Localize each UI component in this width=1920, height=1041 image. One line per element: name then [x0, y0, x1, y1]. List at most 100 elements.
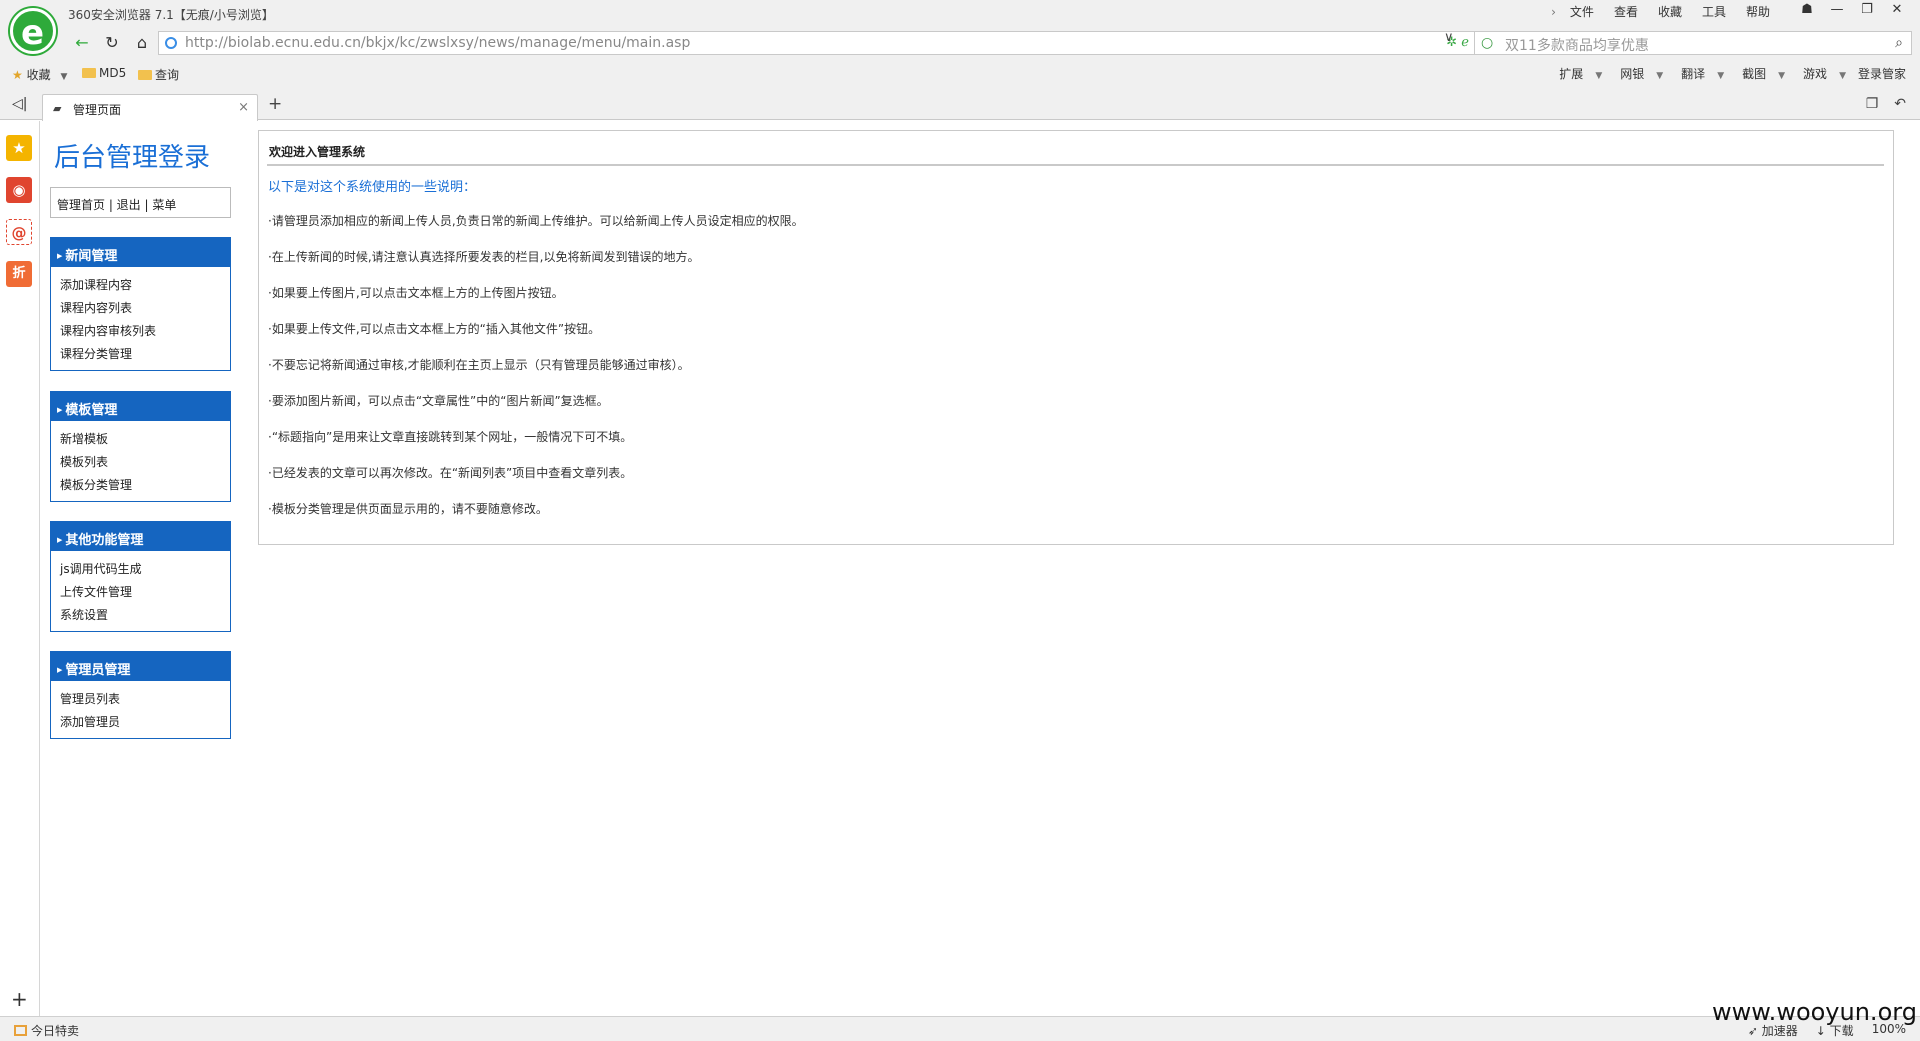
- title-bar: 360安全浏览器 7.1【无痕/小号浏览】 › 文件 查看 收藏 工具 帮助 ☗…: [0, 0, 1920, 26]
- chevron-down-icon: ▼: [1778, 71, 1786, 81]
- daily-deals-label: 今日特卖: [31, 1024, 80, 1038]
- search-box[interactable]: ○ 双11多款商品均享优惠 ⌕: [1474, 31, 1912, 55]
- chevron-down-icon: ▼: [1717, 71, 1725, 81]
- usage-tip: ·要添加图片新闻，可以点击“文章属性”中的“图片新闻”复选框。: [268, 394, 609, 408]
- browser-logo-icon[interactable]: e: [10, 8, 56, 54]
- menu-link[interactable]: 模板列表: [60, 451, 230, 474]
- skin-button[interactable]: ☗: [1792, 0, 1822, 22]
- tool-screenshot[interactable]: 截图 ▼: [1730, 65, 1791, 82]
- gift-icon: [14, 1025, 27, 1036]
- menu-tools[interactable]: 工具: [1692, 3, 1736, 21]
- daily-deals[interactable]: 今日特卖: [14, 1022, 79, 1039]
- mail-icon[interactable]: @: [6, 219, 32, 245]
- undo-close-icon[interactable]: ↶: [1894, 96, 1906, 112]
- menu-box-templates: ▶ 模板管理 新增模板 模板列表 模板分类管理: [50, 391, 231, 502]
- discount-icon[interactable]: 折: [6, 261, 32, 287]
- menu-link[interactable]: js调用代码生成: [60, 558, 230, 581]
- divider: [267, 164, 1884, 166]
- menu-box-header[interactable]: ▶ 新闻管理: [51, 238, 230, 267]
- menu-chevron-icon[interactable]: ›: [1547, 3, 1560, 21]
- menu-box-header[interactable]: ▶ 管理员管理: [51, 652, 230, 681]
- browser-sidebar: ★ ◉ @ 折 +: [0, 121, 40, 1016]
- tool-translate[interactable]: 翻译 ▼: [1669, 65, 1730, 82]
- back-icon[interactable]: ←: [70, 31, 94, 55]
- bookmark-md5[interactable]: MD5: [82, 66, 126, 80]
- menu-link[interactable]: 课程内容列表: [60, 297, 230, 320]
- tab-label: 管理页面: [73, 103, 122, 117]
- menu-favorites[interactable]: 收藏: [1648, 3, 1692, 21]
- close-icon[interactable]: ×: [238, 100, 249, 115]
- menu-view[interactable]: 查看: [1604, 3, 1648, 21]
- url-text[interactable]: http://biolab.ecnu.edu.cn/bkjx/kc/zwslxs…: [185, 35, 690, 51]
- page-icon: ▰: [53, 102, 62, 115]
- folder-icon: [82, 68, 96, 78]
- menu-box-header[interactable]: ▶ 模板管理: [51, 392, 230, 421]
- main-menu: › 文件 查看 收藏 工具 帮助: [1547, 3, 1780, 21]
- tab-list-icon[interactable]: ❐: [1866, 96, 1879, 112]
- tool-games[interactable]: 游戏 ▼: [1791, 65, 1852, 82]
- usage-tip: ·已经发表的文章可以再次修改。在“新闻列表”项目中查看文章列表。: [268, 466, 633, 480]
- menu-link[interactable]: 新增模板: [60, 428, 230, 451]
- usage-tip: ·“标题指向”是用来让文章直接跳转到某个网址，一般情况下可不填。: [268, 430, 633, 444]
- quick-links[interactable]: 管理首页 | 退出 | 菜单: [50, 187, 231, 218]
- usage-tip: ·如果要上传文件,可以点击文本框上方的“插入其他文件”按钮。: [268, 322, 601, 336]
- minimize-button[interactable]: —: [1822, 0, 1852, 22]
- download-label: 下载: [1829, 1024, 1854, 1038]
- tool-translate-label: 翻译: [1681, 67, 1706, 81]
- menu-link[interactable]: 系统设置: [60, 604, 230, 627]
- menu-link[interactable]: 添加课程内容: [60, 274, 230, 297]
- bookmark-favorites-label: 收藏: [26, 68, 51, 82]
- new-tab-button[interactable]: +: [268, 94, 282, 114]
- bookmarks-bar: ★ 收藏 ▼ MD5 查询 扩展 ▼ 网银 ▼ 翻译 ▼ 截图 ▼ 游戏 ▼ 登录管家: [0, 60, 1920, 88]
- triangle-icon: ▶: [57, 406, 63, 414]
- refresh-icon[interactable]: ↻: [100, 31, 124, 55]
- triangle-icon: ▶: [57, 536, 63, 544]
- menu-link[interactable]: 添加管理员: [60, 711, 230, 734]
- add-sidebar-icon[interactable]: +: [11, 987, 28, 1011]
- bookmark-query[interactable]: 查询: [138, 66, 179, 83]
- tool-login-manager[interactable]: 登录管家: [1852, 65, 1912, 82]
- tool-extensions[interactable]: 扩展 ▼: [1547, 65, 1608, 82]
- menu-file[interactable]: 文件: [1560, 3, 1604, 21]
- tool-banking-label: 网银: [1620, 67, 1645, 81]
- tool-banking[interactable]: 网银 ▼: [1608, 65, 1669, 82]
- usage-tip: ·如果要上传图片,可以点击文本框上方的上传图片按钮。: [268, 286, 564, 300]
- weibo-icon[interactable]: ◉: [6, 177, 32, 203]
- address-dropdown-icon[interactable]: ∨: [1444, 30, 1454, 45]
- favorites-star-icon[interactable]: ★: [6, 135, 32, 161]
- bookmark-query-label: 查询: [155, 68, 180, 82]
- menu-link[interactable]: 课程分类管理: [60, 343, 230, 366]
- menu-box-title: 模板管理: [65, 403, 118, 418]
- tab-bar-actions: ❐ ↶: [1866, 96, 1906, 112]
- navigation-bar: ← ↻ ⌂ http://biolab.ecnu.edu.cn/bkjx/kc/…: [0, 26, 1920, 60]
- welcome-panel: 欢迎进入管理系统 以下是对这个系统使用的一些说明： ·请管理员添加相应的新闻上传…: [258, 130, 1894, 545]
- usage-tip: ·模板分类管理是供页面显示用的，请不要随意修改。: [268, 502, 548, 516]
- bookmark-md5-label: MD5: [99, 66, 127, 80]
- chevron-down-icon: ▼: [60, 72, 68, 82]
- tab-bar: ◁| ▰ 管理页面 × + ❐ ↶: [0, 88, 1920, 121]
- usage-tip: ·在上传新闻的时候,请注意认真选择所要发表的栏目,以免将新闻发到错误的地方。: [268, 250, 700, 264]
- home-icon[interactable]: ⌂: [130, 31, 154, 55]
- menu-link[interactable]: 管理员列表: [60, 688, 230, 711]
- menu-help[interactable]: 帮助: [1736, 3, 1780, 21]
- bookmark-favorites[interactable]: ★ 收藏 ▼: [12, 66, 67, 83]
- menu-box-news: ▶ 新闻管理 添加课程内容 课程内容列表 课程内容审核列表 课程分类管理: [50, 237, 231, 371]
- search-placeholder[interactable]: 双11多款商品均享优惠: [1505, 35, 1649, 55]
- maximize-button[interactable]: ❐: [1852, 0, 1882, 22]
- menu-link[interactable]: 模板分类管理: [60, 474, 230, 497]
- menu-box-header[interactable]: ▶ 其他功能管理: [51, 522, 230, 551]
- menu-link[interactable]: 上传文件管理: [60, 581, 230, 604]
- chevron-down-icon: ▼: [1839, 71, 1846, 81]
- sidebar-toggle-icon[interactable]: ◁|: [12, 96, 27, 112]
- tab-manage-page[interactable]: ▰ 管理页面 ×: [42, 94, 258, 121]
- search-engine-icon[interactable]: ○: [1481, 35, 1493, 51]
- menu-link[interactable]: 课程内容审核列表: [60, 320, 230, 343]
- search-icon[interactable]: ⌕: [1895, 35, 1903, 51]
- address-bar[interactable]: http://biolab.ecnu.edu.cn/bkjx/kc/zwslxs…: [158, 31, 1478, 55]
- close-window-button[interactable]: ✕: [1882, 0, 1912, 22]
- rocket-icon: ➶: [1747, 1024, 1762, 1038]
- usage-tip: ·不要忘记将新闻通过审核,才能顺利在主页上显示（只有管理员能够通过审核）。: [268, 358, 690, 372]
- chevron-down-icon: ▼: [1656, 71, 1664, 81]
- usage-tip: ·请管理员添加相应的新闻上传人员,负责日常的新闻上传维护。可以给新闻上传人员设定…: [268, 214, 804, 228]
- globe-icon: [165, 37, 177, 49]
